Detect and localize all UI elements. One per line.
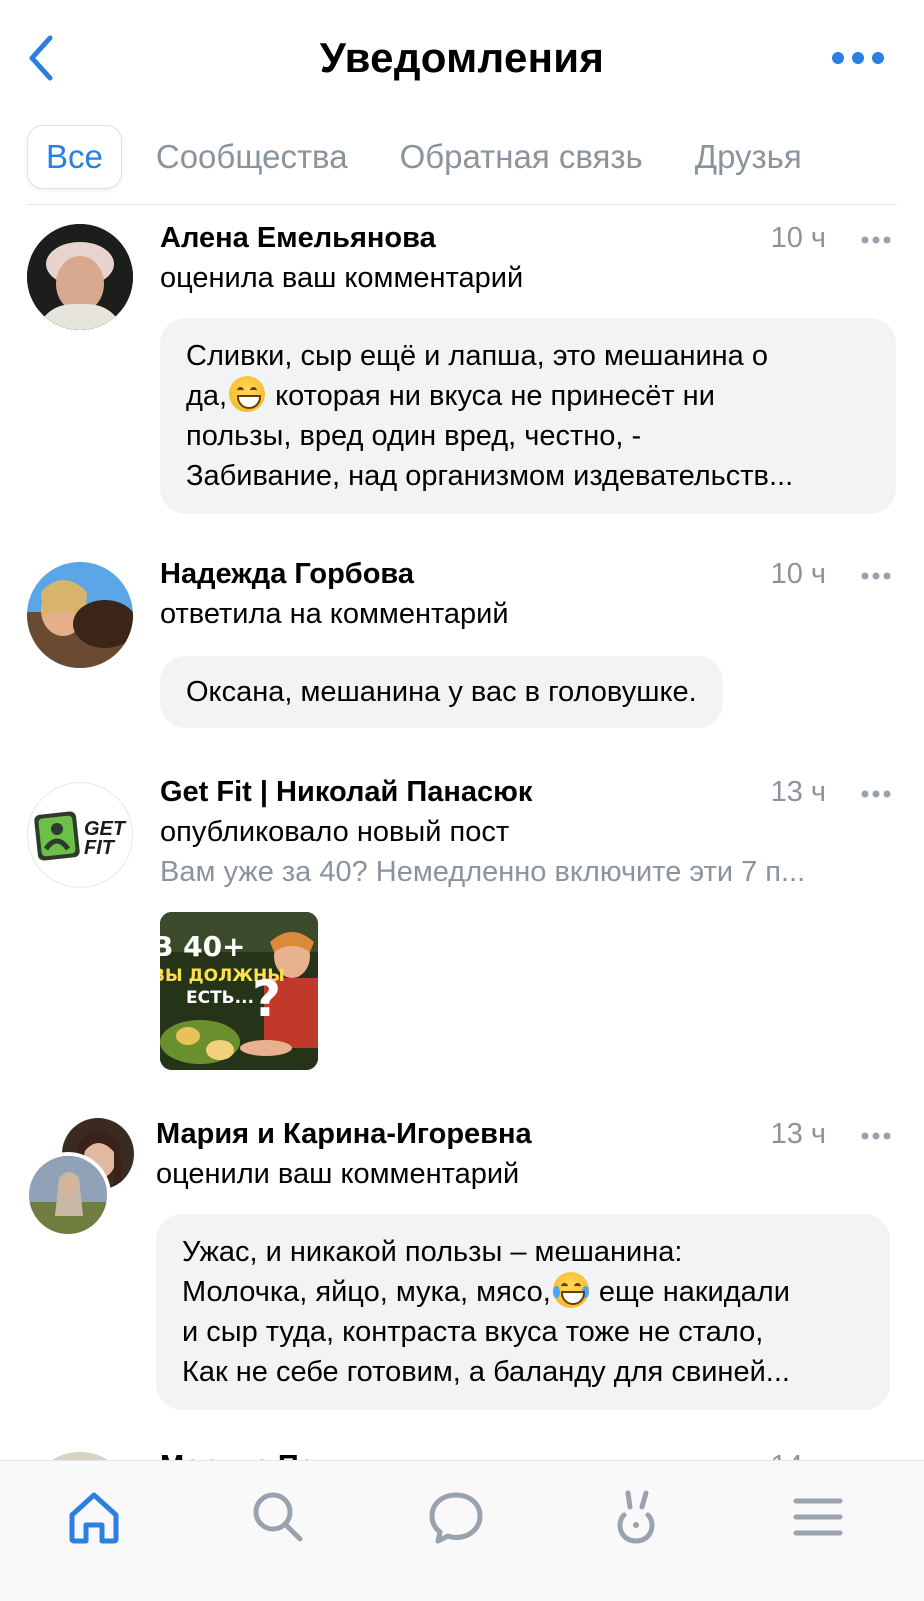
notification-action: опубликовало новый пост: [160, 816, 510, 848]
notification-author[interactable]: Мария и Карина-Игоревна: [156, 1118, 532, 1151]
more-dots-icon[interactable]: [860, 1130, 892, 1142]
avatar-photo: [27, 224, 133, 330]
messages-icon: [429, 1492, 483, 1544]
thumbnail-text: В 40+: [160, 930, 246, 963]
comment-line: пользы, вред один вред, честно, -: [186, 420, 642, 452]
filter-tabs: Все Сообщества Обратная связь Друзья: [27, 122, 854, 192]
menu-icon: [793, 1498, 843, 1536]
notification-author[interactable]: Get Fit | Николай Панасюк: [160, 776, 532, 809]
search-icon: [253, 1492, 303, 1542]
more-dots-icon[interactable]: [860, 570, 892, 582]
clips-icon: [617, 1490, 655, 1544]
comment-line: Как не себе готовим, а баланду для свине…: [182, 1356, 790, 1388]
divider: [27, 204, 897, 205]
comment-line: Молочка, яйцо, мука, мясо, еще накидали: [182, 1272, 864, 1312]
home-icon: [69, 1492, 119, 1544]
more-dots-icon[interactable]: [860, 788, 892, 800]
page-title: Уведомления: [319, 34, 605, 81]
notification-time: 13 ч: [770, 776, 826, 808]
comment-line: да, которая ни вкуса не принесёт ни: [186, 376, 870, 416]
notification-author[interactable]: Надежда Горбова: [160, 558, 414, 591]
notification-action: оценила ваш комментарий: [160, 262, 524, 294]
avatar[interactable]: GET FIT: [27, 782, 133, 888]
nav-clips[interactable]: [606, 1487, 666, 1547]
tab-feedback[interactable]: Обратная связь: [400, 138, 643, 176]
avatar-photo: [29, 1156, 107, 1234]
notification-time: 10 ч: [770, 222, 826, 254]
avatar-photo: [27, 562, 133, 668]
notification-action: ответила на комментарий: [160, 598, 509, 630]
avatar[interactable]: [27, 562, 133, 668]
notification-time: 10 ч: [770, 558, 826, 590]
grinning-emoji-icon: [229, 376, 266, 412]
comment-text: да,: [186, 380, 228, 412]
notification-time: 13 ч: [770, 1118, 826, 1150]
tab-communities[interactable]: Сообщества: [156, 138, 348, 176]
thumbnail-text: ЕСТЬ...: [186, 988, 255, 1008]
comment-line: Сливки, сыр ещё и лапша, это мешанина о: [186, 340, 768, 372]
post-thumbnail[interactable]: В 40+ ВЫ ДОЛЖНЫ ЕСТЬ... ?: [160, 912, 318, 1070]
logo-text: FIT: [84, 837, 114, 859]
comment-bubble[interactable]: Оксана, мешанина у вас в головушке.: [160, 656, 723, 728]
notification-author[interactable]: Алена Емельянова: [160, 222, 436, 255]
tab-all[interactable]: Все: [27, 125, 122, 189]
comment-line: Оксана, мешанина у вас в головушке.: [186, 676, 697, 708]
notification-action: оценили ваш комментарий: [156, 1158, 520, 1190]
tab-friends[interactable]: Друзья: [695, 138, 802, 176]
comment-bubble[interactable]: Ужас, и никакой пользы – мешанина: Молоч…: [156, 1214, 890, 1410]
comment-line: Забивание, над организмом издевательств.…: [186, 460, 794, 492]
laughing-tears-emoji-icon: [552, 1272, 589, 1308]
comment-bubble[interactable]: Сливки, сыр ещё и лапша, это мешанина о …: [160, 318, 896, 514]
nav-messages[interactable]: [426, 1487, 486, 1547]
avatar[interactable]: [25, 1152, 111, 1238]
more-dots-icon: [832, 52, 884, 64]
comment-text: еще накидали: [598, 1276, 790, 1308]
more-dots-icon[interactable]: [860, 234, 892, 246]
nav-search[interactable]: [248, 1487, 308, 1547]
post-preview-text[interactable]: Вам уже за 40? Немедленно включите эти 7…: [160, 856, 805, 889]
nav-home[interactable]: [64, 1487, 124, 1547]
comment-text: которая ни вкуса не принесёт ни: [275, 380, 715, 412]
header: Уведомления: [0, 0, 924, 120]
comment-line: Ужас, и никакой пользы – мешанина:: [182, 1236, 683, 1268]
bottom-navigation: [0, 1460, 924, 1601]
more-options-button[interactable]: [830, 46, 886, 70]
thumbnail-text: ?: [252, 970, 282, 1028]
nav-menu[interactable]: [788, 1487, 848, 1547]
comment-line: и сыр туда, контраста вкуса тоже не стал…: [182, 1316, 764, 1348]
comment-text: Молочка, яйцо, мука, мясо,: [182, 1276, 551, 1308]
avatar[interactable]: [27, 224, 133, 330]
